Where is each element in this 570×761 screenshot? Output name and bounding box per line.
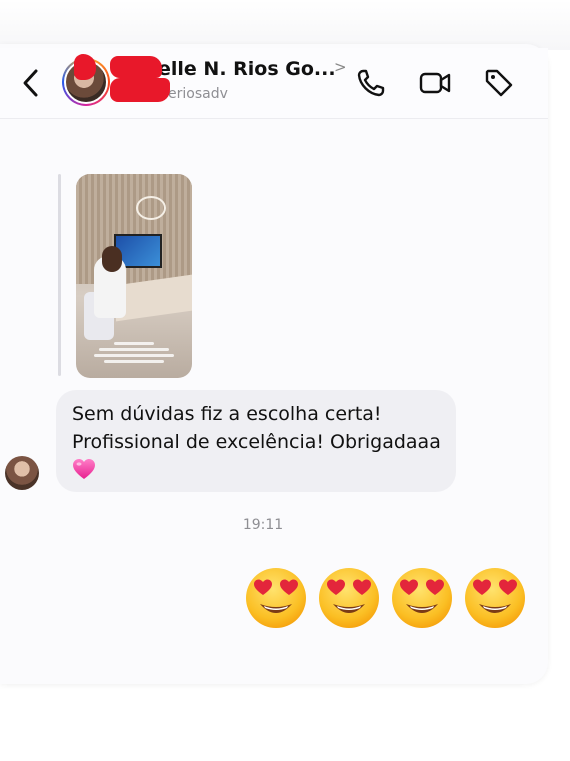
message-line-2: Profissional de excelência! Obrigadaaa <box>72 431 441 453</box>
thumbnail-caption <box>90 342 178 368</box>
message-line-1: Sem dúvidas fiz a escolha certa! <box>72 403 382 425</box>
heart-eyes-emoji-icon <box>319 568 379 628</box>
pink-heart-icon <box>73 459 95 479</box>
back-button[interactable] <box>16 66 46 100</box>
shared-story-thumbnail[interactable] <box>76 174 192 378</box>
heart-eyes-emoji-icon <box>246 568 306 628</box>
redaction-mark <box>74 54 96 80</box>
chat-header: elle N. Rios Go... > eriosadv <box>0 48 548 119</box>
top-background <box>0 0 570 50</box>
contact-name[interactable]: elle N. Rios Go... <box>158 58 336 80</box>
cropped-caption-fragment <box>170 118 250 128</box>
message-timestamp: 19:11 <box>242 517 284 533</box>
thumbnail-logo <box>136 196 166 220</box>
chevron-left-icon <box>23 69 38 97</box>
video-camera-icon[interactable] <box>418 66 452 100</box>
phone-icon[interactable] <box>354 66 388 100</box>
thumbnail-hair <box>102 246 122 272</box>
heart-eyes-emoji-icon <box>392 568 452 628</box>
redaction-mark <box>110 78 170 102</box>
sender-avatar[interactable] <box>5 456 39 490</box>
heart-eyes-emoji-icon <box>465 568 525 628</box>
name-chevron-icon: > <box>334 58 347 76</box>
contact-handle: eriosadv <box>168 86 228 102</box>
tag-icon[interactable] <box>482 66 516 100</box>
reply-indicator-bar <box>58 174 61 376</box>
incoming-message-bubble[interactable]: Sem dúvidas fiz a escolha certa! Profiss… <box>56 390 456 492</box>
outgoing-emoji-message[interactable] <box>244 566 528 630</box>
redaction-mark <box>110 56 162 78</box>
